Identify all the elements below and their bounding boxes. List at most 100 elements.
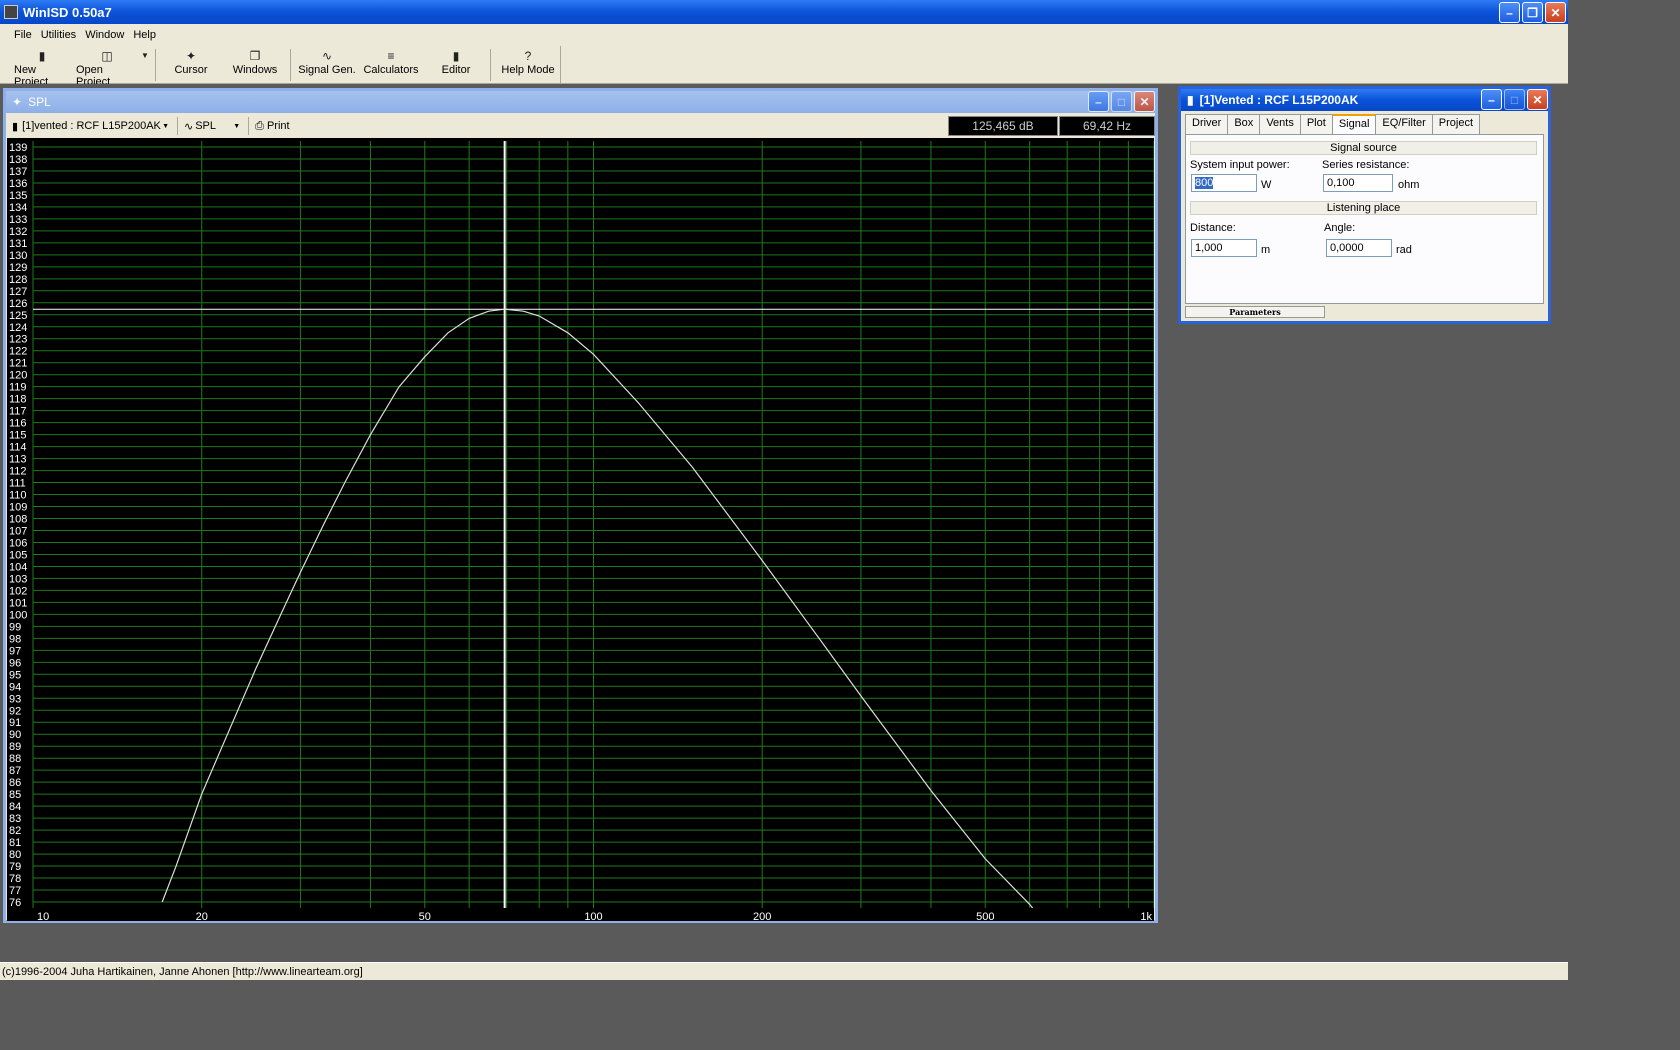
restore-button[interactable]: ❐ (1522, 2, 1543, 23)
project-dropdown-arrow-icon[interactable]: ▼ (162, 123, 169, 130)
tab-vents[interactable]: Vents (1259, 114, 1301, 134)
signal-gen-button[interactable]: ∿ Signal Gen. (298, 48, 356, 82)
close-button[interactable]: ✕ (1545, 2, 1566, 23)
toolbar-separator (490, 49, 491, 81)
system-input-power-value: 800 (1195, 177, 1214, 189)
spl-close-button[interactable]: ✕ (1134, 91, 1155, 112)
y-tick-label: 133 (9, 214, 27, 226)
y-tick-label: 125 (9, 310, 27, 322)
y-tick-label: 97 (9, 645, 21, 657)
y-tick-label: 116 (9, 418, 27, 430)
y-tick-label: 105 (9, 549, 27, 561)
spl-window-title: SPL (28, 95, 51, 109)
open-project-dropdown[interactable]: ▼ (140, 48, 150, 82)
y-tick-label: 115 (9, 430, 27, 442)
signal-source-header: Signal source (1190, 141, 1537, 155)
print-button[interactable]: ⎙ Print (255, 120, 289, 133)
cursor-button[interactable]: ✦ Cursor (170, 48, 212, 82)
plot-dropdown-arrow-icon[interactable]: ▼ (233, 123, 240, 130)
spl-toolbar: ▮ [1]vented : RCF L15P200AK ▼ ∿ SPL ▼ ⎙ … (6, 114, 1155, 138)
power-unit-label: W (1261, 179, 1272, 191)
x-tick-label: 200 (753, 911, 771, 921)
param-close-button[interactable]: ✕ (1527, 89, 1548, 110)
y-tick-label: 109 (9, 502, 27, 514)
y-tick-label: 128 (9, 274, 27, 286)
spl-window-title-bar[interactable]: ✦ SPL – □ ✕ (6, 91, 1155, 113)
y-tick-label: 96 (9, 657, 21, 669)
system-input-power-label: System input power: (1190, 159, 1290, 171)
parameters-window-title-bar[interactable]: ▮ [1]Vented : RCF L15P200AK – □ ✕ (1181, 89, 1548, 111)
tab-plot[interactable]: Plot (1299, 114, 1333, 134)
open-project-button[interactable]: ◫ Open Project (76, 48, 138, 88)
y-tick-label: 136 (9, 178, 27, 190)
cursor-icon: ✦ (185, 49, 197, 63)
parameters-bottom-tab[interactable]: Parameters (1185, 306, 1325, 318)
y-tick-label: 84 (9, 801, 21, 813)
spl-window: ✦ SPL – □ ✕ ▮ [1]vented : RCF L15P200AK … (3, 88, 1158, 923)
x-tick-label: 500 (976, 911, 994, 921)
calculators-button[interactable]: ≡ Calculators (362, 48, 420, 82)
y-tick-label: 83 (9, 813, 21, 825)
speaker-icon: ▮ (1187, 93, 1194, 107)
help-mode-button[interactable]: ? Help Mode (500, 48, 556, 82)
y-tick-label: 85 (9, 789, 21, 801)
x-tick-label: 1k (1140, 911, 1152, 921)
project-select[interactable]: [1]vented : RCF L15P200AK (22, 120, 162, 132)
y-tick-label: 122 (9, 346, 27, 358)
system-input-power-input[interactable]: 800 (1191, 174, 1257, 192)
tab-driver[interactable]: Driver (1185, 114, 1229, 134)
cursor-label: Cursor (174, 64, 208, 76)
y-tick-label: 86 (9, 777, 21, 789)
spl-chart[interactable]: 7677787980818283848586878889909192939495… (7, 138, 1154, 921)
param-maximize-button[interactable]: □ (1504, 89, 1525, 110)
calculators-label: Calculators (363, 64, 419, 76)
readout-db: 125,465 dB (948, 116, 1058, 136)
menu-window[interactable]: Window (81, 29, 128, 41)
new-project-button[interactable]: ▮ New Project (14, 48, 70, 88)
y-tick-label: 89 (9, 741, 21, 753)
tab-project[interactable]: Project (1431, 114, 1481, 134)
y-tick-label: 129 (9, 262, 27, 274)
y-tick-label: 134 (9, 202, 27, 214)
series-resistance-input[interactable]: 0,100 (1323, 174, 1393, 192)
tab-box[interactable]: Box (1227, 114, 1261, 134)
speaker-icon: ▮ (452, 49, 460, 63)
param-minimize-button[interactable]: – (1481, 89, 1502, 110)
main-toolbar: ▮ New Project ◫ Open Project ▼ ✦ Cursor … (0, 46, 1568, 88)
menu-bar: File Utilities Window Help (0, 24, 1568, 46)
minimize-button[interactable]: – (1499, 2, 1520, 23)
editor-button[interactable]: ▮ Editor (436, 48, 476, 82)
y-tick-label: 126 (9, 298, 27, 310)
spl-minimize-button[interactable]: – (1088, 91, 1109, 112)
tab-eq-filter[interactable]: EQ/Filter (1375, 114, 1433, 134)
sine-wave-icon: ∿ (184, 120, 194, 133)
y-tick-label: 103 (9, 573, 27, 585)
toolbar-separator (155, 49, 156, 81)
y-tick-label: 82 (9, 825, 21, 837)
y-tick-label: 88 (9, 753, 21, 765)
parameters-window-title: [1]Vented : RCF L15P200AK (1199, 93, 1359, 107)
y-tick-label: 99 (9, 621, 21, 633)
angle-input[interactable]: 0,0000 (1326, 239, 1392, 257)
spl-maximize-button[interactable]: □ (1111, 91, 1132, 112)
y-tick-label: 78 (9, 873, 21, 885)
menu-file[interactable]: File (10, 29, 36, 41)
y-tick-label: 101 (9, 597, 27, 609)
windows-button[interactable]: ❐ Windows (230, 48, 280, 82)
angle-unit-label: rad (1396, 244, 1412, 256)
distance-input[interactable]: 1,000 (1191, 239, 1257, 257)
sine-wave-icon: ∿ (321, 49, 333, 63)
y-tick-label: 79 (9, 861, 21, 873)
y-tick-label: 104 (9, 561, 27, 573)
app-title-bar: WinISD 0.50a7 – ❐ ✕ (0, 0, 1568, 24)
calculator-icon: ≡ (387, 49, 395, 63)
x-tick-label: 20 (196, 911, 208, 921)
cursor-icon: ✦ (12, 95, 23, 109)
y-tick-label: 132 (9, 226, 27, 238)
status-bar: (c)1996-2004 Juha Hartikainen, Janne Aho… (0, 962, 1568, 980)
tab-signal[interactable]: Signal (1331, 114, 1377, 135)
plot-select[interactable]: SPL (195, 120, 233, 132)
menu-utilities[interactable]: Utilities (37, 29, 80, 41)
parameters-window: ▮ [1]Vented : RCF L15P200AK – □ ✕ Driver… (1178, 86, 1551, 324)
menu-help[interactable]: Help (129, 29, 160, 41)
